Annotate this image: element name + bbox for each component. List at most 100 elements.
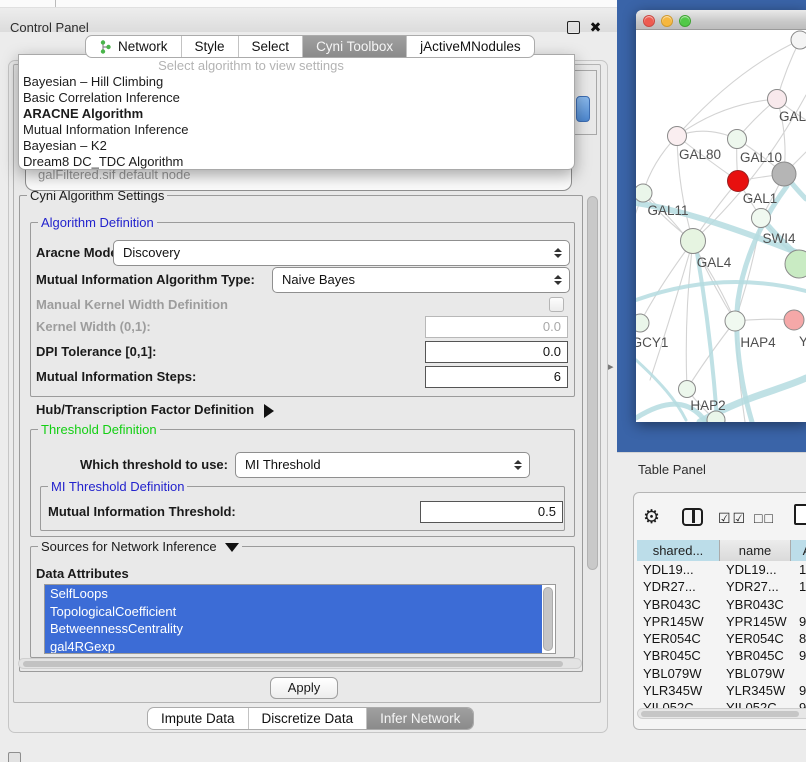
table-cell: YBR043C [643, 596, 701, 613]
network-node-y[interactable] [784, 310, 804, 330]
network-node-gal2[interactable] [768, 90, 787, 109]
tab-label: Select [252, 39, 290, 54]
dropdown-placeholder: Select algorithm to view settings [19, 58, 483, 73]
table-row[interactable]: YPR145WYPR145W9. [637, 613, 806, 630]
table-cell: 12 [799, 578, 806, 595]
which-threshold-combobox[interactable]: MI Threshold [235, 452, 530, 478]
table-cell: YDR27... [643, 578, 696, 595]
network-node[interactable] [772, 162, 796, 186]
mi-algorithm-type-combobox[interactable]: Naive Bayes [272, 267, 570, 293]
table-cell: 13 [799, 561, 806, 578]
expand-right-icon[interactable] [264, 404, 274, 418]
mac-minimize-button[interactable] [661, 15, 673, 27]
table-row[interactable]: YER054CYER054C8. [637, 630, 806, 647]
tab-label: Cyni Toolbox [316, 39, 393, 54]
node-label: HAP4 [740, 335, 776, 350]
network-node-gal80[interactable] [668, 127, 687, 146]
node-label: GAL4 [697, 255, 732, 270]
export-table-icon[interactable] [794, 504, 806, 525]
collapse-down-icon[interactable] [225, 543, 239, 552]
network-node-gal10[interactable] [728, 130, 747, 149]
attribute-list-item[interactable]: gal4RGexp [45, 638, 542, 655]
column-header-name[interactable]: name [720, 540, 791, 561]
network-node-gcy1[interactable] [636, 314, 649, 332]
algorithm-option[interactable]: Basic Correlation Inference [21, 90, 574, 106]
table-cell: YDR27... [726, 578, 779, 595]
tab-impute-data[interactable]: Impute Data [148, 708, 248, 729]
table-row[interactable]: YBR043CYBR043C [637, 596, 806, 613]
algorithm-option[interactable]: Mutual Information Inference [21, 122, 574, 138]
attribute-list-item[interactable]: SelfLoops [45, 585, 542, 603]
settings-horizontal-scrollbar[interactable] [18, 658, 582, 669]
network-node[interactable] [785, 250, 806, 278]
manual-kernel-checkbox[interactable] [549, 297, 564, 312]
table-row[interactable]: YDL19...YDL19...13 [637, 561, 806, 578]
network-node-hap2[interactable] [679, 381, 696, 398]
table-row[interactable]: YLR345WYLR345W9. [637, 682, 806, 699]
mac-zoom-button[interactable] [679, 15, 691, 27]
table-cell: YPR145W [726, 613, 787, 630]
table-row[interactable]: YDR27... YDR27... 12 [637, 578, 806, 595]
table-cell: YBR045C [643, 647, 701, 664]
dpi-tolerance-field[interactable]: 0.0 [425, 341, 568, 363]
table-row[interactable]: YBL079WYBL079W [637, 665, 806, 682]
node-label: GAL80 [679, 147, 721, 162]
table-horizontal-scrollbar[interactable] [637, 708, 806, 719]
tab-label: Discretize Data [262, 711, 354, 726]
float-window-icon[interactable] [567, 21, 580, 34]
deselect-all-icon[interactable]: □□ [754, 510, 775, 526]
network-node-gal11[interactable] [636, 184, 652, 202]
mac-close-button[interactable] [643, 15, 655, 27]
network-canvas[interactable]: GAL2GAL80GAL10GAL1GAL11SWI4GAL4GCY1HAP4Y… [636, 30, 806, 422]
kernel-width-field[interactable]: 0.0 [425, 316, 568, 338]
tab-jactivemnodules[interactable]: jActiveMNodules [406, 36, 534, 57]
gear-icon[interactable]: ⚙ [643, 506, 660, 529]
network-node-hap4[interactable] [725, 311, 745, 331]
list-scrollbar[interactable] [543, 587, 553, 651]
algorithm-option[interactable]: Dream8 DC_TDC Algorithm [21, 154, 574, 170]
sources-toggle[interactable]: Sources for Network Inference [38, 539, 242, 554]
algorithm-option[interactable]: Bayesian – K2 [21, 138, 574, 154]
network-edge [686, 241, 693, 389]
columns-icon[interactable] [682, 508, 703, 526]
tab-cyni-toolbox[interactable]: Cyni Toolbox [302, 36, 406, 57]
kernel-width-label: Kernel Width (0,1): [36, 316, 151, 338]
tab-discretize-data[interactable]: Discretize Data [248, 708, 367, 729]
splitter-arrow-icon[interactable]: ▸ [608, 360, 614, 373]
network-node[interactable] [791, 31, 806, 49]
mi-steps-field[interactable]: 6 [425, 366, 568, 388]
network-view-window[interactable]: GAL2GAL80GAL10GAL1GAL11SWI4GAL4GCY1HAP4Y… [636, 10, 806, 422]
dock-panel-icon[interactable] [8, 752, 21, 762]
tab-select[interactable]: Select [238, 36, 303, 57]
settings-vertical-scrollbar[interactable] [587, 196, 598, 570]
tab-style[interactable]: Style [181, 36, 238, 57]
table-row[interactable]: YBR045CYBR045C9. [637, 647, 806, 664]
table-cell: YDL19... [726, 561, 777, 578]
tab-label: Network [118, 39, 168, 54]
data-attributes-list[interactable]: SelfLoopsTopologicalCoefficientBetweenne… [44, 584, 556, 654]
select-all-icon[interactable]: ☑☑ [718, 510, 747, 527]
algorithm-option[interactable]: ARACNE Algorithm [21, 106, 574, 122]
attribute-list-item[interactable]: BetweennessCentrality [45, 620, 542, 638]
column-header-A[interactable]: A [791, 540, 806, 561]
table-row[interactable]: YIL052CYIL052C9. [637, 699, 806, 708]
network-window-titlebar[interactable] [636, 10, 806, 30]
control-panel-tabs: Network Style Select Cyni Toolbox jActiveMNo… [85, 35, 535, 58]
aracne-mode-combobox[interactable]: Discovery [113, 240, 570, 266]
tab-network[interactable]: Network [86, 36, 181, 57]
combo-value: Naive Bayes [282, 268, 355, 292]
mi-threshold-field[interactable]: 0.5 [420, 501, 563, 523]
tab-infer-network[interactable]: Infer Network [366, 708, 473, 729]
network-node-gal4[interactable] [681, 229, 706, 254]
apply-button[interactable]: Apply [270, 677, 338, 699]
hub-definition-toggle[interactable]: Hub/Transcription Factor Definition [36, 399, 274, 421]
table-cell: YBL079W [643, 665, 702, 682]
data-attributes-label: Data Attributes [36, 564, 129, 584]
network-node-swi4[interactable] [752, 209, 771, 228]
algorithm-option[interactable]: Bayesian – Hill Climbing [21, 74, 574, 90]
close-icon[interactable]: ✖ [589, 21, 602, 34]
column-header-shared...[interactable]: shared... [637, 540, 720, 561]
network-node-gal1[interactable] [728, 171, 749, 192]
node-label: SWI4 [762, 231, 795, 246]
attribute-list-item[interactable]: TopologicalCoefficient [45, 603, 542, 621]
